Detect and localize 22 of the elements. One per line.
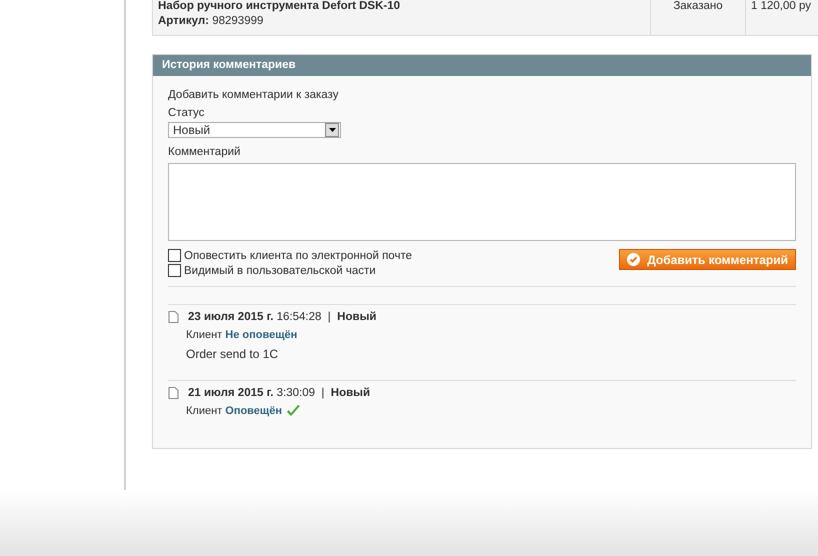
checkbox[interactable] [168,249,181,262]
checkbox-label: Оповестить клиента по электронной почте [184,250,412,262]
entry-header: 21 июля 2015 г. 3:30:09 | Новый [188,387,370,399]
document-icon [168,387,179,399]
item-status: Заказано [673,0,723,12]
checkbox-label: Видимый в пользовательской части [184,264,376,276]
comment-text: Order send to 1C [186,346,278,363]
status-label: Статус [168,106,206,121]
product-name: Набор ручного инструмента Defort DSK-10 [158,0,402,12]
panel-title: История комментариев [153,55,811,76]
item-price: 1 120,00 ру [751,0,811,12]
notify-status: Клиент Оповещён [186,404,282,419]
comment-field[interactable] [168,163,796,241]
checkbox[interactable] [168,264,181,277]
notify-status: Клиент Не оповещён [186,328,298,343]
form-title: Добавить комментарии к заказу [168,88,340,103]
status-select[interactable]: Новый [168,122,341,138]
document-icon [168,311,179,323]
entry-header: 23 июля 2015 г. 16:54:28 | Новый [188,311,376,323]
check-circle-icon [627,253,640,266]
comment-label: Комментарий [168,145,242,160]
product-sku: Артикул: 98293999 [158,15,264,27]
